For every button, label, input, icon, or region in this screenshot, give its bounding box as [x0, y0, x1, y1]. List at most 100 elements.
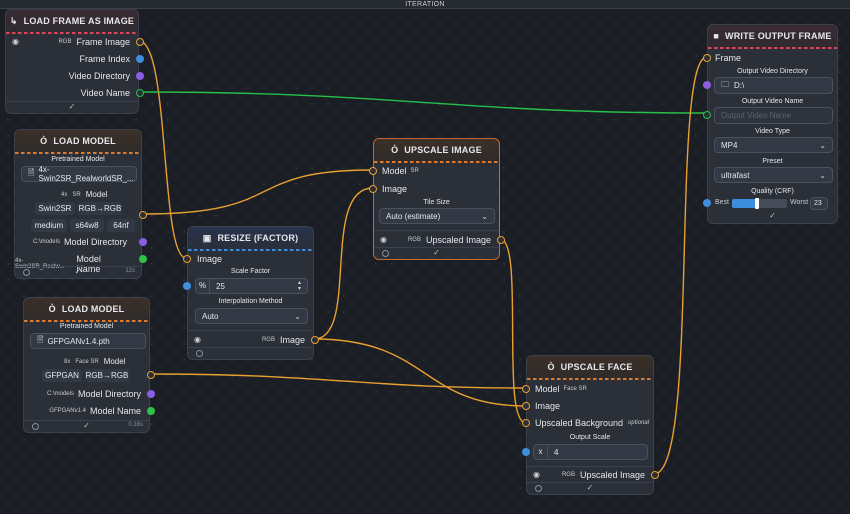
iteration-label: ITERATION — [405, 1, 445, 8]
load-frame-as-image-node[interactable]: ↳ LOAD FRAME AS IMAGE ◉ RGB Frame Image … — [5, 9, 144, 114]
eye-icon[interactable]: ◉ — [533, 470, 540, 479]
node-header[interactable]: ↳ LOAD FRAME AS IMAGE — [6, 10, 138, 34]
type-tag: Face SR — [563, 386, 587, 392]
eye-icon[interactable]: ◉ — [194, 335, 201, 344]
play-icon[interactable] — [196, 350, 203, 357]
input-port-scale-factor[interactable] — [183, 282, 191, 290]
load-model-node-swin2sr[interactable]: Ò LOAD MODEL Pretrained Model 🗎 4x-Swin2… — [14, 129, 147, 279]
wire-video-name-to-write[interactable] — [138, 91, 708, 114]
input-port-quality[interactable] — [703, 199, 711, 207]
output-port-upscaled-image[interactable] — [651, 471, 659, 479]
resize-factor-node[interactable]: ▣ RESIZE (FACTOR) Image Scale Factor % 2… — [183, 226, 319, 360]
output-port-upscaled-image[interactable] — [497, 236, 505, 244]
quality-slider-knob[interactable] — [755, 198, 759, 209]
file-icon: 🗎 — [28, 168, 35, 177]
pytorch-icon: Ò — [40, 136, 48, 146]
output-port-model[interactable] — [139, 211, 147, 219]
input-port-upscaled-background[interactable] — [522, 419, 530, 427]
input-port-image[interactable] — [183, 255, 191, 263]
input-port-output-name[interactable] — [703, 111, 711, 119]
play-icon[interactable] — [23, 269, 30, 276]
quality-value-input[interactable]: 23 — [810, 197, 828, 210]
type-tag: RGB — [261, 337, 275, 343]
node-title: LOAD FRAME AS IMAGE — [23, 16, 135, 26]
output-port-video-name[interactable] — [136, 89, 144, 97]
output-port-model[interactable] — [147, 371, 155, 379]
color-pill: RGB→RGB — [85, 369, 129, 382]
chevron-down-icon: ⌄ — [819, 170, 826, 180]
input-port-frame[interactable] — [703, 54, 711, 62]
play-icon[interactable] — [535, 485, 542, 492]
output-port-model-name[interactable] — [139, 255, 147, 263]
stepper-icon[interactable]: ▴ ▾ — [298, 280, 301, 292]
iteration-title-bar: ITERATION — [0, 0, 850, 9]
eye-icon[interactable]: ◉ — [12, 37, 19, 46]
output-port-image[interactable] — [311, 336, 319, 344]
wire-model1-to-upscale-image[interactable] — [142, 169, 374, 215]
node-header[interactable]: Ò LOAD MODEL — [15, 130, 141, 154]
pretrained-model-value: 4x-Swin2SR_RealworldSR_... — [38, 165, 134, 183]
eye-icon[interactable]: ◉ — [380, 235, 387, 244]
write-output-frame-node[interactable]: ■ WRITE OUTPUT FRAME Frame Output Video … — [703, 24, 838, 224]
upscale-image-node[interactable]: Ò UPSCALE IMAGE Model SR Image Tile Size… — [369, 138, 505, 260]
tile-size-value: Auto (estimate) — [386, 211, 441, 221]
input-port-model[interactable] — [369, 167, 377, 175]
scale-factor-input[interactable]: % 25 ▴ ▾ — [195, 278, 308, 294]
arch-tag: Face SR — [75, 358, 99, 365]
wire-upscale-image-to-face-bg[interactable] — [499, 238, 527, 424]
output-name-input[interactable]: Output Video Name — [714, 107, 833, 124]
output-scale-input[interactable]: x 4 — [533, 444, 648, 460]
upscale-face-node[interactable]: Ò UPSCALE FACE Model Face SR Image Upsca… — [522, 355, 659, 495]
type-tag: SR — [410, 168, 419, 174]
input-port-image[interactable] — [369, 185, 377, 193]
node-title: UPSCALE FACE — [560, 362, 633, 372]
wire-upscale-face-to-write[interactable] — [653, 56, 708, 475]
preset-label: Preset — [762, 158, 783, 165]
wire-frame-image-to-resize[interactable] — [138, 40, 187, 259]
video-camera-icon: ■ — [713, 31, 720, 41]
input-port-output-scale[interactable] — [522, 448, 530, 456]
input-port-image[interactable] — [522, 402, 530, 410]
scale-unit: x — [534, 445, 548, 459]
input-port-output-directory[interactable] — [703, 81, 711, 89]
output-port-video-directory[interactable] — [136, 72, 144, 80]
output-port-frame-image[interactable] — [136, 38, 144, 46]
node-footer: ✓ 0.18s — [24, 420, 149, 432]
pretrained-model-file-input[interactable]: 🗎 GFPGANv1.4.pth — [30, 333, 146, 349]
output-port-frame-index[interactable] — [136, 55, 144, 63]
play-icon[interactable] — [32, 423, 39, 430]
node-header[interactable]: Ò UPSCALE FACE — [527, 356, 653, 380]
node-footer: ✓ — [6, 101, 138, 113]
tile-size-select[interactable]: Auto (estimate) ⌄ — [379, 208, 495, 224]
pytorch-icon: Ò — [547, 362, 555, 372]
output-port-model-name[interactable] — [147, 407, 155, 415]
scale-factor-label: Scale Factor — [230, 268, 271, 275]
node-footer — [188, 347, 313, 359]
scale-factor-value: 25 — [216, 281, 225, 291]
output-directory-input[interactable]: 🗀 D:\ — [714, 77, 833, 94]
output-port-model-directory[interactable] — [139, 238, 147, 246]
preset-select[interactable]: ultrafast ⌄ — [714, 167, 833, 183]
quality-label: Quality (CRF) — [751, 188, 794, 195]
wire-model2-to-upscale-face[interactable] — [148, 373, 527, 389]
video-type-select[interactable]: MP4 ⌄ — [714, 137, 833, 153]
quality-value: 23 — [814, 200, 822, 207]
node-header[interactable]: Ò LOAD MODEL — [24, 298, 149, 322]
folder-icon: 🗀 — [721, 79, 729, 89]
pytorch-icon: Ò — [48, 304, 56, 314]
pretrained-model-file-input[interactable]: 🗎 4x-Swin2SR_RealworldSR_... — [21, 165, 137, 183]
play-icon[interactable] — [382, 250, 389, 257]
node-header[interactable]: Ò UPSCALE IMAGE — [374, 139, 499, 163]
node-title: LOAD MODEL — [61, 304, 125, 314]
node-header[interactable]: ▣ RESIZE (FACTOR) — [188, 227, 313, 251]
interpolation-select[interactable]: Auto ⌄ — [195, 308, 308, 324]
output-label: Frame Image — [76, 37, 130, 47]
load-model-node-gfpgan[interactable]: Ò LOAD MODEL Pretrained Model 🗎 GFPGANv1… — [23, 297, 155, 433]
wire-resize-to-upscale-face[interactable] — [313, 338, 527, 407]
wire-resize-to-upscale-image[interactable] — [313, 187, 374, 340]
output-port-model-directory[interactable] — [147, 390, 155, 398]
input-port-model[interactable] — [522, 385, 530, 393]
node-footer: ✓ — [374, 247, 499, 259]
node-header[interactable]: ■ WRITE OUTPUT FRAME — [708, 25, 837, 49]
input-label: Model — [535, 384, 560, 394]
